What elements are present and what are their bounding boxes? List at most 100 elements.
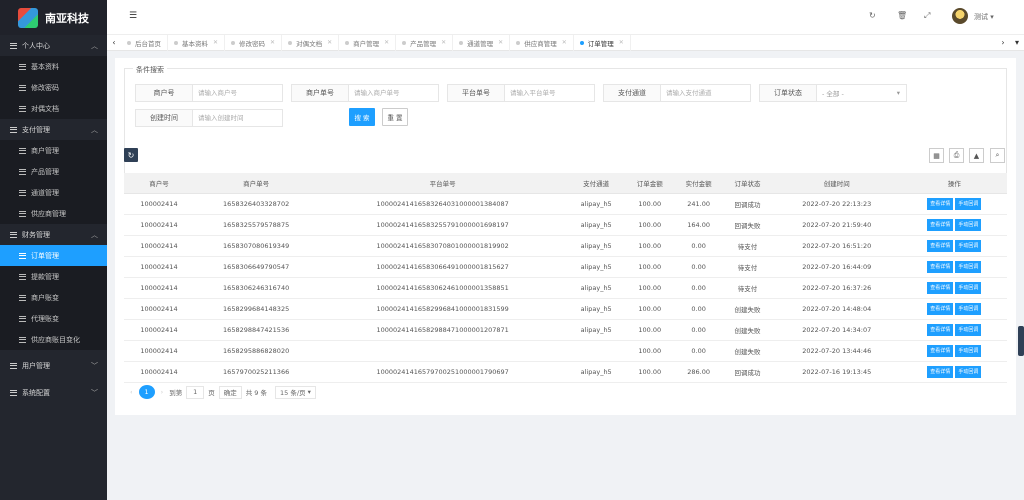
manual-callback-button[interactable]: 手动回调: [955, 260, 982, 273]
merchant-order-input[interactable]: [349, 84, 439, 102]
tabs-more-icon[interactable]: ▾: [1010, 38, 1024, 47]
tab-profile[interactable]: 基本资料 ✕: [168, 34, 226, 51]
channel-input[interactable]: [661, 84, 751, 102]
merchant-no-input[interactable]: [193, 84, 283, 102]
tabs-left-icon[interactable]: ‹: [107, 38, 121, 47]
sidebar-item-label: 对偶文档: [31, 104, 59, 113]
refresh-icon[interactable]: ↻: [869, 11, 876, 20]
user-menu[interactable]: 测试 ▾: [974, 12, 994, 22]
per-page-select[interactable]: 15 条/页 ▾: [275, 385, 316, 399]
per-page-value: 15 条/页: [280, 389, 306, 397]
tab-supplier[interactable]: 供应商管理 ✕: [510, 34, 574, 51]
menu-icon: [19, 189, 26, 196]
reset-button[interactable]: 重 置: [382, 108, 408, 126]
manual-callback-button[interactable]: 手动回调: [955, 281, 982, 294]
close-icon[interactable]: ✕: [619, 39, 624, 46]
close-icon[interactable]: ✕: [562, 39, 567, 46]
columns-filter-button[interactable]: ▦: [929, 148, 944, 163]
close-icon[interactable]: ✕: [441, 39, 446, 46]
action-cell: 查看详情 手动回调: [901, 256, 1007, 278]
close-icon[interactable]: ✕: [498, 39, 503, 46]
brand-logo[interactable]: 南亚科技: [0, 0, 107, 35]
sidebar-item-docs[interactable]: 对偶文档: [0, 98, 107, 119]
table-cell: 2022-07-20 21:59:40: [771, 214, 902, 236]
sidebar-item-withdraw[interactable]: 提款管理: [0, 266, 107, 287]
sidebar-item-agent-ledger[interactable]: 代理账变: [0, 308, 107, 329]
order-status-select[interactable]: - 全部 - ▾: [817, 84, 907, 102]
view-detail-button[interactable]: 查看详情: [927, 260, 954, 273]
view-detail-button[interactable]: 查看详情: [927, 302, 954, 315]
sidebar-item-supplier[interactable]: 供应商管理: [0, 203, 107, 224]
view-detail-button[interactable]: 查看详情: [927, 239, 954, 252]
chevron-up-icon: ︿: [91, 41, 98, 50]
manual-callback-button[interactable]: 手动回调: [955, 218, 982, 231]
print-icon: ▲: [973, 151, 980, 160]
tab-password[interactable]: 修改密码 ✕: [225, 34, 283, 51]
view-detail-button[interactable]: 查看详情: [927, 281, 954, 294]
created-time-input[interactable]: [193, 109, 283, 127]
menu-group-personal[interactable]: 个人中心 ︿: [0, 35, 107, 56]
view-detail-button[interactable]: 查看详情: [927, 218, 954, 231]
sidebar-item-channel[interactable]: 通道管理: [0, 182, 107, 203]
goto-confirm-button[interactable]: 确定: [218, 385, 242, 399]
tab-channel[interactable]: 通道管理 ✕: [453, 34, 511, 51]
close-icon[interactable]: ✕: [327, 39, 332, 46]
field-label: 创建时间: [135, 109, 193, 127]
tab-docs[interactable]: 对偶文档 ✕: [282, 34, 340, 51]
print-button[interactable]: ▲: [969, 148, 984, 163]
menu-group-finance[interactable]: 财务管理 ︿: [0, 224, 107, 245]
view-detail-button[interactable]: 查看详情: [927, 344, 954, 357]
menu-group-payment[interactable]: 支付管理 ︿: [0, 119, 107, 140]
view-detail-button[interactable]: 查看详情: [927, 323, 954, 336]
menu-group-system[interactable]: 系统配置 ﹀: [0, 382, 107, 403]
manual-callback-button[interactable]: 手动回调: [955, 323, 982, 336]
table-cell: 100.00: [625, 256, 675, 278]
table-row: 100002414 1658295886828020 100.00 0.00 创建失败 2…: [124, 340, 1007, 362]
tab-orders[interactable]: 订单管理 ✕: [574, 34, 631, 51]
avatar[interactable]: [952, 8, 968, 24]
sidebar-item-orders[interactable]: 订单管理: [0, 245, 107, 266]
export-button[interactable]: ⎙: [949, 148, 964, 163]
manual-callback-button[interactable]: 手动回调: [955, 344, 982, 357]
sidebar-item-merchant[interactable]: 商户管理: [0, 140, 107, 161]
tab-dot: [231, 40, 236, 45]
close-icon[interactable]: ✕: [384, 39, 389, 46]
sidebar-item-product[interactable]: 产品管理: [0, 161, 107, 182]
sidebar: 南亚科技 个人中心 ︿ 基本资料 修改密码 对偶文档 支付管理 ︿ 商户管理 产…: [0, 0, 107, 500]
manual-callback-button[interactable]: 手动回调: [955, 197, 982, 210]
search-button[interactable]: 搜 索: [349, 108, 375, 126]
tab-merchant[interactable]: 商户管理 ✕: [339, 34, 397, 51]
col-header: 操作: [901, 173, 1007, 194]
table-cell: 待支付: [723, 256, 772, 278]
clear-icon[interactable]: 🗑: [897, 11, 907, 20]
fullscreen-icon[interactable]: ⤢: [924, 11, 930, 21]
page-1-button[interactable]: 1: [138, 385, 155, 399]
platform-order-input[interactable]: [505, 84, 595, 102]
view-detail-button[interactable]: 查看详情: [927, 365, 954, 378]
sidebar-item-password[interactable]: 修改密码: [0, 77, 107, 98]
next-page-icon[interactable]: ›: [161, 388, 164, 396]
sidebar-item-label: 修改密码: [31, 83, 59, 92]
sidebar-item-supplier-ledger[interactable]: 供应商账目变化: [0, 329, 107, 350]
table-row: 100002414 1657970025211366 100002414165797…: [124, 361, 1007, 383]
goto-page-input[interactable]: 1: [186, 385, 205, 399]
close-icon[interactable]: ✕: [270, 39, 275, 46]
table-refresh-button[interactable]: ↻: [124, 148, 138, 162]
menu-group-users[interactable]: 用户管理 ﹀: [0, 355, 107, 376]
tab-product[interactable]: 产品管理 ✕: [396, 34, 454, 51]
manual-callback-button[interactable]: 手动回调: [955, 239, 982, 252]
side-scroll-handle[interactable]: [1018, 326, 1024, 356]
prev-page-icon[interactable]: ‹: [130, 388, 133, 396]
sidebar-item-merchant-ledger[interactable]: 商户账变: [0, 287, 107, 308]
order-status-field: 订单状态 - 全部 - ▾: [759, 84, 907, 102]
view-detail-button[interactable]: 查看详情: [927, 197, 954, 210]
sidebar-item-profile[interactable]: 基本资料: [0, 56, 107, 77]
tab-home[interactable]: 后台首页: [121, 34, 168, 51]
search-toggle-button[interactable]: ⌕: [990, 148, 1005, 163]
close-icon[interactable]: ✕: [213, 39, 218, 46]
manual-callback-button[interactable]: 手动回调: [955, 365, 982, 378]
menu-toggle-icon[interactable]: ☰: [129, 11, 137, 21]
menu-icon: [19, 63, 26, 70]
tabs-right-icon[interactable]: ›: [996, 38, 1010, 47]
manual-callback-button[interactable]: 手动回调: [955, 302, 982, 315]
